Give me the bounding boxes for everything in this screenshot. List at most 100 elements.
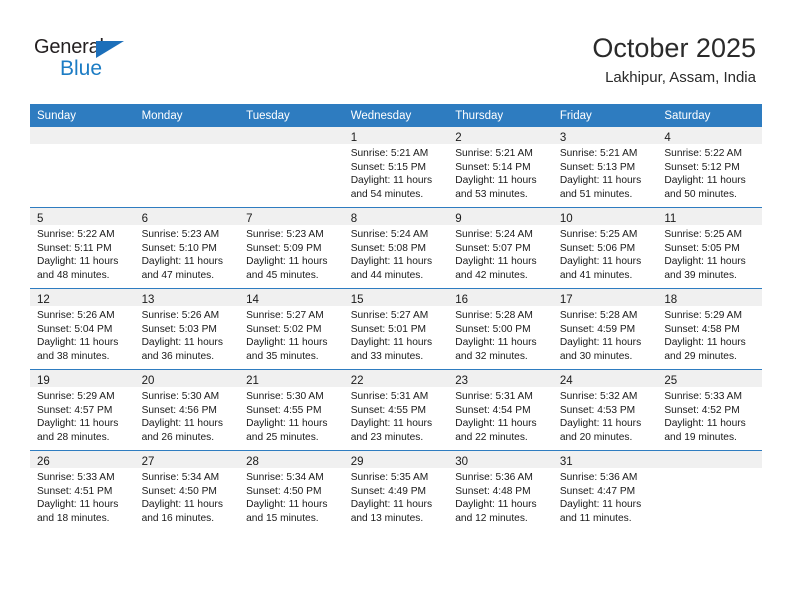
day-details: Sunrise: 5:34 AM Sunset: 4:50 PM Daylight:… [135, 468, 240, 525]
calendar-day-cell[interactable]: 12 Sunrise: 5:26 AM Sunset: 5:04 PM Dayligh… [30, 288, 135, 370]
calendar-day-cell[interactable]: 1 Sunrise: 5:21 AM Sunset: 5:15 PM Daylight… [343, 127, 449, 208]
day-details: Sunrise: 5:36 AM Sunset: 4:48 PM Daylight:… [448, 468, 553, 525]
daylight-duration-line2: and 42 minutes. [455, 269, 528, 281]
calendar-day-cell[interactable]: 14 Sunrise: 5:27 AM Sunset: 5:02 PM Dayligh… [239, 288, 344, 370]
calendar-day-cell[interactable]: 8 Sunrise: 5:24 AM Sunset: 5:08 PM Daylight… [343, 207, 449, 289]
calendar-day-cell[interactable]: 27 Sunrise: 5:34 AM Sunset: 4:50 PM Dayligh… [134, 450, 240, 531]
sunset-time: Sunset: 4:52 PM [664, 404, 740, 416]
weekday-header-friday: Friday [552, 104, 658, 127]
day-details: Sunrise: 5:31 AM Sunset: 4:55 PM Daylight:… [344, 387, 449, 444]
day-number-strip: 3 [552, 127, 658, 144]
day-number-strip: 27 [134, 451, 240, 468]
calendar-week-row: 26 Sunrise: 5:33 AM Sunset: 4:51 PM Dayligh… [30, 450, 762, 531]
calendar-day-cell[interactable]: 19 Sunrise: 5:29 AM Sunset: 4:57 PM Dayligh… [30, 369, 135, 451]
calendar-week-row: 5 Sunrise: 5:22 AM Sunset: 5:11 PM Daylight… [30, 207, 762, 289]
sunrise-time: Sunrise: 5:27 AM [350, 310, 429, 321]
sunrise-time: Sunrise: 5:36 AM [455, 472, 533, 483]
day-details: Sunrise: 5:28 AM Sunset: 5:00 PM Daylight:… [448, 306, 553, 363]
calendar-day-cell[interactable]: 15 Sunrise: 5:27 AM Sunset: 5:01 PM Dayligh… [343, 288, 449, 370]
calendar-day-cell[interactable]: 24 Sunrise: 5:32 AM Sunset: 4:53 PM Dayligh… [552, 369, 658, 451]
day-details: Sunrise: 5:26 AM Sunset: 5:04 PM Daylight:… [30, 306, 135, 363]
daylight-duration-line1: Daylight: 11 hours [37, 256, 119, 268]
daylight-duration-line2: and 32 minutes. [455, 350, 528, 362]
sunrise-time: Sunrise: 5:28 AM [455, 310, 533, 321]
sunrise-time: Sunrise: 5:33 AM [37, 472, 115, 483]
calendar-day-cell[interactable]: 28 Sunrise: 5:34 AM Sunset: 4:50 PM Dayligh… [239, 450, 344, 531]
calendar-day-cell[interactable]: 6 Sunrise: 5:23 AM Sunset: 5:10 PM Daylight… [134, 207, 240, 289]
day-number-strip: 31 [552, 451, 658, 468]
day-number-strip: 11 [657, 208, 762, 225]
calendar-table: Sunday Monday Tuesday Wednesday Thursday… [30, 104, 762, 531]
day-details: Sunrise: 5:25 AM Sunset: 5:05 PM Daylight:… [657, 225, 762, 282]
sunset-time: Sunset: 5:05 PM [664, 242, 740, 254]
day-number: 30 [455, 456, 469, 468]
sunset-time: Sunset: 5:12 PM [664, 161, 740, 173]
day-number-strip: 7 [239, 208, 344, 225]
calendar-day-cell[interactable]: 25 Sunrise: 5:33 AM Sunset: 4:52 PM Dayligh… [657, 369, 762, 451]
daylight-duration-line2: and 20 minutes. [559, 431, 633, 443]
daylight-duration-line1: Daylight: 11 hours [664, 337, 746, 349]
daylight-duration-line1: Daylight: 11 hours [350, 256, 433, 268]
daylight-duration-line2: and 53 minutes. [455, 188, 528, 200]
sunset-time: Sunset: 4:55 PM [350, 404, 427, 416]
calendar-day-cell[interactable]: 5 Sunrise: 5:22 AM Sunset: 5:11 PM Daylight… [30, 207, 135, 289]
calendar-day-cell[interactable]: 13 Sunrise: 5:26 AM Sunset: 5:03 PM Dayligh… [134, 288, 240, 370]
calendar-day-cell[interactable]: 11 Sunrise: 5:25 AM Sunset: 5:05 PM Dayligh… [657, 207, 762, 289]
generalblue-logo[interactable]: General Blue [34, 36, 144, 80]
day-number: 12 [37, 294, 50, 306]
calendar-day-cell[interactable]: 9 Sunrise: 5:24 AM Sunset: 5:07 PM Daylight… [448, 207, 553, 289]
day-number: 4 [664, 132, 671, 144]
calendar-day-cell[interactable]: 31 Sunrise: 5:36 AM Sunset: 4:47 PM Dayligh… [552, 450, 658, 531]
calendar-day-cell[interactable]: 29 Sunrise: 5:35 AM Sunset: 4:49 PM Dayligh… [343, 450, 449, 531]
daylight-duration-line2: and 50 minutes. [664, 188, 737, 200]
day-number: 16 [455, 294, 469, 306]
day-details: Sunrise: 5:31 AM Sunset: 4:54 PM Daylight:… [448, 387, 553, 444]
calendar-day-cell[interactable]: 21 Sunrise: 5:30 AM Sunset: 4:55 PM Dayligh… [239, 369, 344, 451]
sunset-time: Sunset: 4:49 PM [350, 485, 427, 497]
calendar-day-cell[interactable]: 4 Sunrise: 5:22 AM Sunset: 5:12 PM Daylight… [657, 127, 762, 208]
day-number-strip: 30 [448, 451, 553, 468]
sunrise-time: Sunrise: 5:30 AM [246, 391, 324, 402]
calendar-day-cell[interactable]: 7 Sunrise: 5:23 AM Sunset: 5:09 PM Daylight… [239, 207, 344, 289]
calendar-day-cell[interactable]: 26 Sunrise: 5:33 AM Sunset: 4:51 PM Dayligh… [30, 450, 135, 531]
calendar-day-cell[interactable]: 17 Sunrise: 5:28 AM Sunset: 4:59 PM Dayligh… [552, 288, 658, 370]
daylight-duration-line2: and 48 minutes. [37, 269, 110, 281]
sunset-time: Sunset: 5:00 PM [455, 323, 531, 335]
daylight-duration-line2: and 26 minutes. [141, 431, 215, 443]
weekday-header-tuesday: Tuesday [239, 104, 344, 127]
day-number-strip: 5 [30, 208, 135, 225]
daylight-duration-line2: and 13 minutes. [350, 512, 424, 524]
daylight-duration-line1: Daylight: 11 hours [455, 337, 537, 349]
day-number: 6 [141, 213, 148, 225]
sunset-time: Sunset: 5:14 PM [455, 161, 531, 173]
daylight-duration-line2: and 12 minutes. [455, 512, 528, 524]
sunrise-time: Sunrise: 5:28 AM [559, 310, 638, 321]
calendar-day-cell[interactable]: 16 Sunrise: 5:28 AM Sunset: 5:00 PM Dayligh… [448, 288, 553, 370]
day-details: Sunrise: 5:24 AM Sunset: 5:08 PM Daylight:… [344, 225, 449, 282]
calendar-day-cell[interactable]: 3 Sunrise: 5:21 AM Sunset: 5:13 PM Daylight… [552, 127, 658, 208]
calendar-day-cell[interactable]: 22 Sunrise: 5:31 AM Sunset: 4:55 PM Dayligh… [343, 369, 449, 451]
sunrise-time: Sunrise: 5:31 AM [455, 391, 533, 402]
daylight-duration-line1: Daylight: 11 hours [455, 175, 537, 187]
sunset-time: Sunset: 5:06 PM [559, 242, 636, 254]
calendar-day-cell[interactable]: 2 Sunrise: 5:21 AM Sunset: 5:14 PM Daylight… [448, 127, 553, 208]
day-number-strip: 25 [657, 370, 762, 387]
day-details: Sunrise: 5:30 AM Sunset: 4:55 PM Daylight:… [239, 387, 344, 444]
calendar-day-cell[interactable]: 20 Sunrise: 5:30 AM Sunset: 4:56 PM Dayligh… [134, 369, 240, 451]
sunrise-time: Sunrise: 5:36 AM [559, 472, 638, 483]
logo-text-general: General [34, 36, 104, 58]
sunset-time: Sunset: 5:11 PM [37, 242, 112, 254]
calendar-day-cell[interactable]: 23 Sunrise: 5:31 AM Sunset: 4:54 PM Dayligh… [448, 369, 553, 451]
sunset-time: Sunset: 4:54 PM [455, 404, 531, 416]
calendar-day-cell[interactable]: 10 Sunrise: 5:25 AM Sunset: 5:06 PM Dayligh… [552, 207, 658, 289]
calendar-body: 1 Sunrise: 5:21 AM Sunset: 5:15 PM Daylight… [30, 127, 762, 531]
day-number: 24 [559, 375, 573, 387]
sunrise-time: Sunrise: 5:32 AM [559, 391, 638, 402]
calendar-day-cell[interactable]: 18 Sunrise: 5:29 AM Sunset: 4:58 PM Dayligh… [657, 288, 762, 370]
logo-triangle-icon [96, 41, 124, 58]
day-number: 19 [37, 375, 50, 387]
calendar-container: Sunday Monday Tuesday Wednesday Thursday… [30, 104, 762, 531]
calendar-week-row: 1 Sunrise: 5:21 AM Sunset: 5:15 PM Daylight… [30, 127, 762, 208]
day-number-strip [239, 127, 344, 144]
calendar-day-cell[interactable]: 30 Sunrise: 5:36 AM Sunset: 4:48 PM Dayligh… [448, 450, 553, 531]
